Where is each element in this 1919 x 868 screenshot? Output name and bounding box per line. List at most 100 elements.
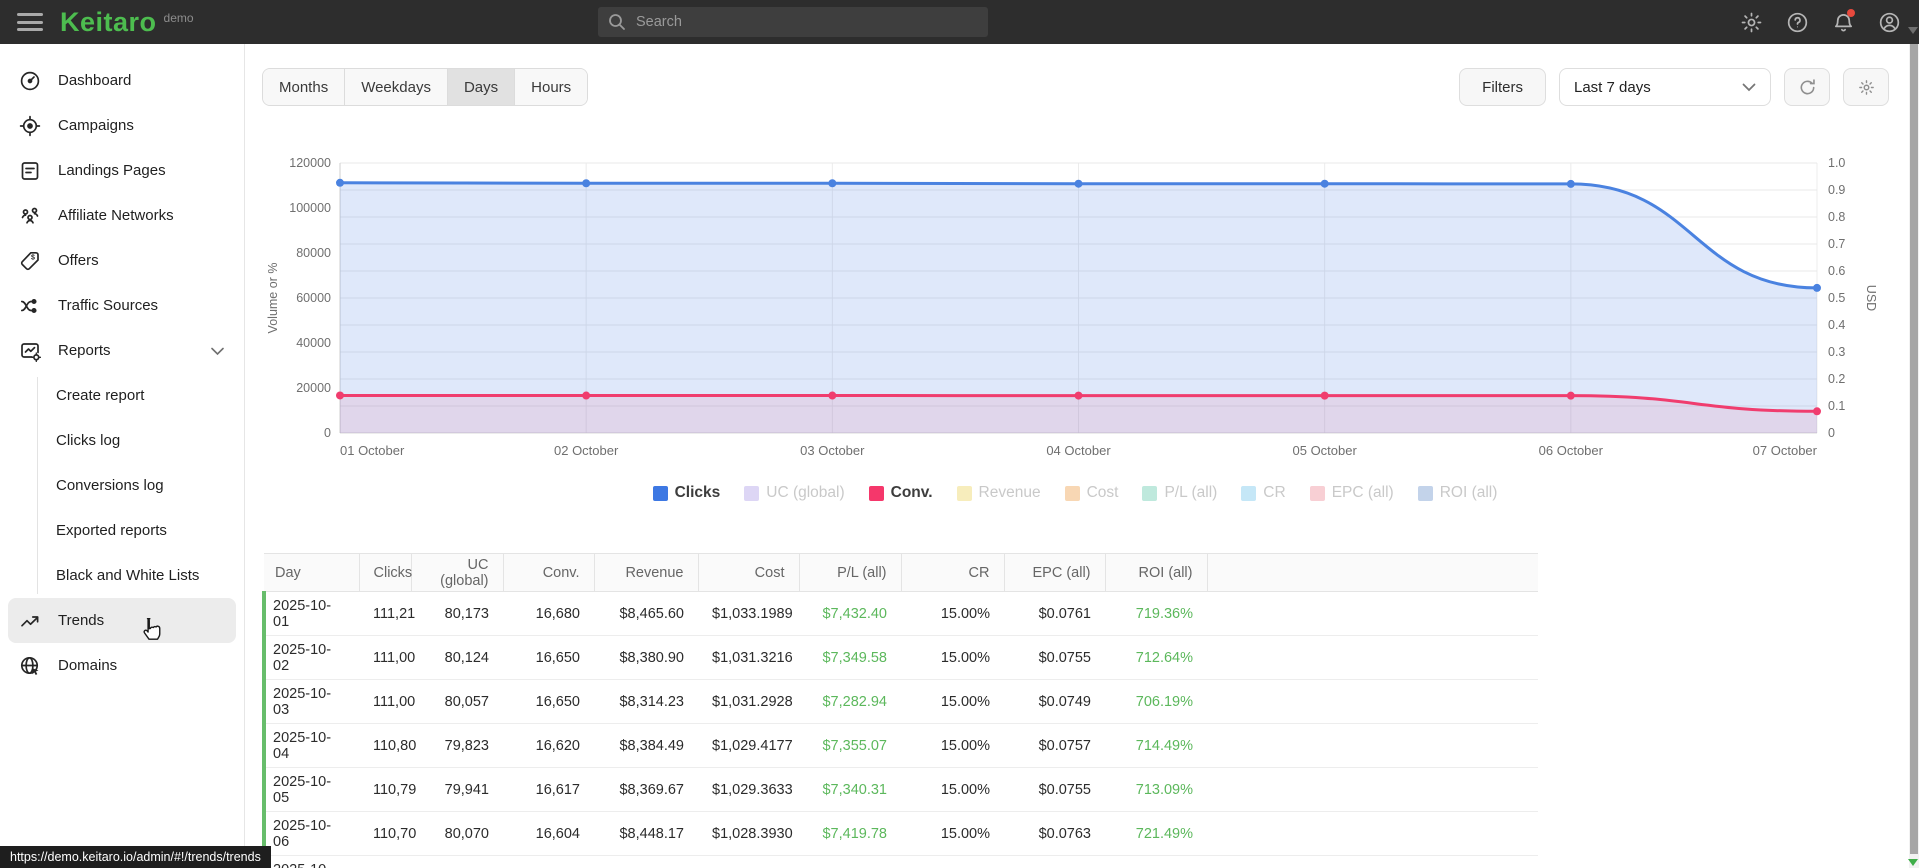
sidebar-item-traffic-sources[interactable]: Traffic Sources [0, 283, 244, 328]
account-avatar-icon[interactable] [1877, 10, 1901, 34]
column-header[interactable]: Clicks [358, 553, 412, 592]
sidebar-item-dashboard[interactable]: Dashboard [0, 58, 244, 103]
filters-button[interactable]: Filters [1459, 68, 1546, 106]
trends-table: Day Clicks UC (global) Conv. Revenue Cost P/L … [262, 553, 1538, 868]
refresh-button[interactable] [1784, 68, 1830, 106]
column-header[interactable]: Revenue [593, 553, 698, 592]
scroll-down-arrow-icon[interactable] [1908, 859, 1918, 866]
table-cell: 721.49% [1105, 811, 1207, 856]
table-header-row: Day Clicks UC (global) Conv. Revenue Cost P/L … [264, 553, 1538, 592]
sidebar-item-exported-reports[interactable]: Exported reports [0, 508, 244, 553]
refresh-icon [1800, 78, 1815, 94]
sidebar-item-conversions-log[interactable]: Conversions log [0, 463, 244, 508]
sidebar-item-label: Trends [58, 612, 105, 629]
notifications-bell-icon[interactable] [1831, 9, 1855, 34]
svg-text:1.0: 1.0 [1828, 156, 1845, 170]
sidebar-item-domains[interactable]: Domains [0, 643, 244, 688]
table-row[interactable]: 2025-10-03 111,00 80,057 16,650 $8,314.23 $1,… [262, 679, 1538, 724]
table-cell: 79,823 [411, 723, 503, 768]
legend-item-conv-[interactable]: Conv. [868, 484, 933, 502]
vertical-scrollbar[interactable] [1909, 44, 1919, 868]
svg-text:0: 0 [324, 426, 331, 440]
legend-item-clicks[interactable]: Clicks [652, 484, 720, 502]
scroll-up-arrow-icon[interactable] [1908, 27, 1918, 34]
legend-item-uc-global-[interactable]: UC (global) [744, 484, 845, 502]
sidebar-item-campaigns[interactable]: Campaigns [0, 103, 244, 148]
legend-item-revenue[interactable]: Revenue [956, 484, 1041, 502]
main-content: Months Weekdays Days Hours Filters Last 7 d… [245, 44, 1909, 868]
table-cell: $1,028.3930 [698, 811, 799, 856]
gear-icon [1858, 79, 1874, 95]
sidebar-item-black-and-white-lists[interactable]: Black and White Lists [0, 553, 244, 598]
table-cell: 80,070 [411, 811, 503, 856]
column-header[interactable]: ROI (all) [1104, 553, 1207, 592]
search-box[interactable] [598, 7, 988, 37]
column-header[interactable]: P/L (all) [798, 553, 901, 592]
column-header[interactable]: EPC (all) [1003, 553, 1105, 592]
table-row[interactable]: 2025-10-06 110,70 80,070 16,604 $8,448.17 $1,… [262, 811, 1538, 856]
table-row[interactable]: 2025-10-02 111,00 80,124 16,650 $8,380.90 $1,… [262, 635, 1538, 680]
svg-text:0.6: 0.6 [1828, 264, 1845, 278]
period-tabs: Months Weekdays Days Hours [262, 68, 589, 106]
table-cell: $0.0761 [1004, 591, 1105, 636]
table-cell: $1,029.3633 [698, 767, 799, 812]
affiliate-networks-icon [19, 205, 41, 227]
column-header[interactable]: Cost [697, 553, 799, 592]
table-cell: $7,355.07 [799, 723, 901, 768]
table-cell: $8,448.17 [594, 811, 698, 856]
date-range-select[interactable]: Last 7 days [1559, 68, 1771, 106]
table-row[interactable]: 2025-10-05 110,79 79,941 16,617 $8,369.67 $1,… [262, 767, 1538, 812]
legend-swatch [1064, 485, 1080, 501]
svg-text:0.2: 0.2 [1828, 372, 1845, 386]
tab-weekdays[interactable]: Weekdays [345, 69, 448, 105]
legend-swatch [868, 485, 884, 501]
sidebar-item-create-report[interactable]: Create report [0, 373, 244, 418]
table-cell: 16,650 [503, 679, 594, 724]
sidebar-item-affiliate-networks[interactable]: Affiliate Networks [0, 193, 244, 238]
sidebar-item-landings-pages[interactable]: Landings Pages [0, 148, 244, 193]
legend-item-cost[interactable]: Cost [1064, 484, 1118, 502]
tab-days[interactable]: Days [447, 69, 516, 105]
sidebar-subgroup: Create report Clicks log Conversions log Ex… [0, 373, 244, 598]
sidebar-item-clicks-log[interactable]: Clicks log [0, 418, 244, 463]
table-cell: 2025-10-05 [262, 767, 359, 812]
legend-item-p-l-all-[interactable]: P/L (all) [1142, 484, 1217, 502]
tab-hours[interactable]: Hours [515, 69, 588, 105]
help-icon[interactable] [1785, 10, 1809, 34]
table-row[interactable]: 2025-10-01 111,21 80,173 16,680 $8,465.60 $1,… [262, 591, 1538, 636]
table-cell: $7,349.58 [799, 635, 901, 680]
svg-text:0.9: 0.9 [1828, 183, 1845, 197]
table-cell: $0.0763 [1004, 811, 1105, 856]
sidebar-item-offers[interactable]: $ Offers [0, 238, 244, 283]
logo[interactable]: Keitaro [60, 7, 157, 38]
menu-icon[interactable] [17, 13, 43, 31]
sidebar-item-trends[interactable]: Trends [8, 598, 236, 643]
column-header[interactable]: UC (global) [410, 553, 503, 592]
settings-gear-icon[interactable] [1739, 10, 1763, 34]
column-header[interactable]: Conv. [502, 553, 594, 592]
legend-label: UC (global) [766, 484, 845, 501]
legend-item-roi-all-[interactable]: ROI (all) [1417, 484, 1497, 502]
tab-months[interactable]: Months [263, 69, 346, 105]
table-cell: 15.00% [901, 767, 1004, 812]
domains-icon [19, 655, 41, 677]
svg-text:40000: 40000 [296, 336, 331, 350]
scrollbar-thumb[interactable] [1910, 44, 1918, 854]
svg-text:80000: 80000 [296, 246, 331, 260]
table-cell: $7,419.78 [799, 811, 901, 856]
legend-item-cr[interactable]: CR [1241, 484, 1286, 502]
toolbar: Months Weekdays Days Hours Filters Last 7 d… [262, 68, 1889, 106]
table-cell: $0.0749 [1004, 679, 1105, 724]
column-header[interactable]: CR [900, 553, 1004, 592]
svg-text:01 October: 01 October [340, 443, 405, 458]
svg-text:120000: 120000 [289, 156, 331, 170]
table-row[interactable]: 2025-10-04 110,80 79,823 16,620 $8,384.49 $1,… [262, 723, 1538, 768]
legend-swatch [956, 485, 972, 501]
chart-settings-button[interactable] [1843, 68, 1889, 106]
sidebar-item-reports[interactable]: Reports [0, 328, 244, 373]
search-input[interactable] [636, 14, 978, 30]
column-header[interactable]: Day [264, 553, 359, 592]
table-row[interactable]: 2025-10-0764,4841,4579,648$4,863.04$517.… [262, 855, 1538, 868]
legend-item-epc-all-[interactable]: EPC (all) [1309, 484, 1394, 502]
trends-icon [19, 610, 41, 632]
